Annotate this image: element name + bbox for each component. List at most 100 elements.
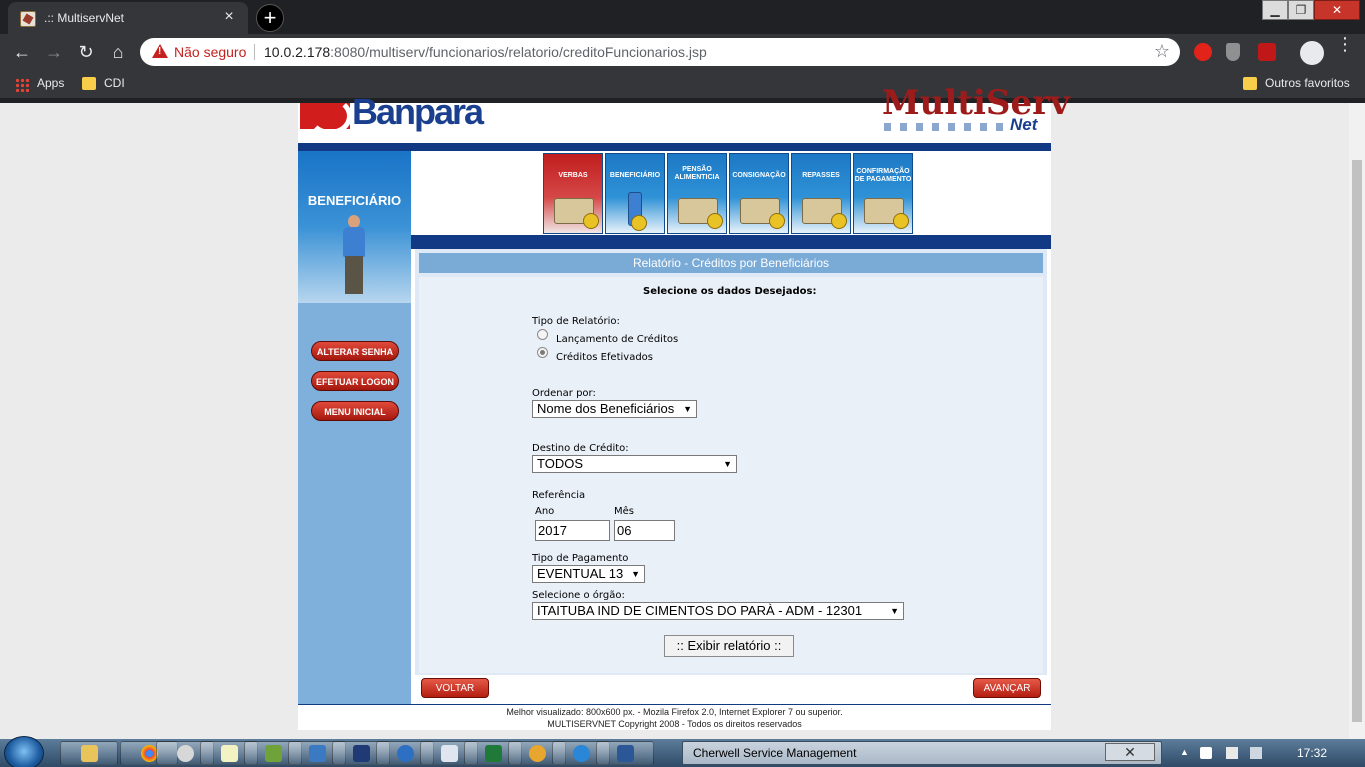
folder-icon bbox=[82, 77, 96, 90]
extension-red-shield-icon[interactable] bbox=[1194, 43, 1212, 61]
alterar-senha-button[interactable]: ALTERAR SENHA bbox=[311, 341, 399, 361]
chevron-down-icon: ▼ bbox=[890, 606, 899, 616]
destino-select[interactable]: TODOS ▼ bbox=[532, 455, 737, 473]
report-form-panel: Relatório - Créditos por Beneficiários S… bbox=[415, 249, 1047, 675]
radio-creditos-efetivados[interactable] bbox=[537, 347, 548, 358]
hand-money-icon bbox=[678, 198, 723, 229]
bookmark-cdi[interactable]: CDI bbox=[104, 76, 125, 90]
volume-muted-icon[interactable] bbox=[1200, 747, 1212, 759]
brand-dots bbox=[884, 123, 1004, 131]
nav-repasses[interactable]: REPASSES bbox=[791, 153, 851, 234]
nav-pensao-label: PENSÃO ALIMENTICIA bbox=[674, 166, 720, 181]
powershell-icon bbox=[353, 745, 370, 762]
tipo-pagamento-select[interactable]: EVENTUAL 13 ▼ bbox=[532, 565, 645, 583]
footer-line-2: MULTISERVNET Copyright 2008 - Todos os d… bbox=[547, 719, 802, 729]
brand-left: Banpara bbox=[352, 91, 484, 132]
windows-taskbar: Cherwell Service Management ✕ ▲ 17:32 bbox=[0, 736, 1365, 767]
refresh-icon bbox=[529, 745, 546, 762]
bookmark-star-icon[interactable]: ☆ bbox=[1154, 41, 1170, 62]
exibir-relatorio-button[interactable]: :: Exibir relatório :: bbox=[664, 635, 794, 657]
security-status[interactable]: Não seguro bbox=[174, 44, 246, 60]
checkmark-money-icon bbox=[864, 198, 909, 229]
browser-toolbar: ← → ↻ ⌂ Não seguro 10.0.2.178:8080/multi… bbox=[0, 34, 1365, 70]
profile-avatar[interactable] bbox=[1300, 41, 1324, 65]
nav-pensao-alimenticia[interactable]: PENSÃO ALIMENTICIA bbox=[667, 153, 727, 234]
bookmark-apps[interactable]: Apps bbox=[37, 76, 64, 90]
taskbar-clock[interactable]: 17:32 bbox=[1297, 746, 1327, 760]
person-icon bbox=[340, 215, 368, 297]
window-close-button[interactable]: ✕ bbox=[1314, 0, 1360, 20]
chevron-down-icon: ▼ bbox=[631, 569, 640, 579]
mes-label: Mês bbox=[614, 506, 634, 517]
nav-consignacao[interactable]: CONSIGNAÇÃO bbox=[729, 153, 789, 234]
radio-lancamento-creditos[interactable] bbox=[537, 329, 548, 340]
taskbar-cherwell-window[interactable]: Cherwell Service Management ✕ bbox=[682, 741, 1162, 765]
voltar-button[interactable]: VOLTAR bbox=[421, 678, 489, 698]
nav-verbas[interactable]: VERBAS bbox=[543, 153, 603, 234]
radio-lancamento-label: Lançamento de Créditos bbox=[556, 334, 679, 345]
reload-icon[interactable]: ↻ bbox=[74, 40, 98, 64]
site-favicon-icon bbox=[20, 11, 36, 27]
calculator-money-icon bbox=[554, 198, 599, 229]
tab-close-icon[interactable]: × bbox=[220, 8, 238, 26]
window-maximize-button[interactable]: ❐ bbox=[1288, 0, 1314, 20]
notepad-icon bbox=[221, 745, 238, 762]
apps-grid-icon[interactable] bbox=[15, 78, 29, 92]
ordenar-select[interactable]: Nome dos Beneficiários ▼ bbox=[532, 400, 697, 418]
form-body: Selecione os dados Desejados: Tipo de Re… bbox=[419, 277, 1043, 673]
url-text[interactable]: 10.0.2.178:8080/multiserv/funcionarios/r… bbox=[264, 44, 707, 60]
taskbar-explorer[interactable] bbox=[60, 741, 118, 765]
new-tab-button[interactable]: + bbox=[256, 4, 284, 32]
page-footer: Melhor visualizado: 800x600 px. - Mozila… bbox=[298, 704, 1051, 730]
forward-icon[interactable]: → bbox=[42, 40, 66, 64]
scrollbar-thumb[interactable] bbox=[1352, 160, 1362, 722]
taskbar-word[interactable] bbox=[596, 741, 654, 765]
module-nav: VERBAS BENEFICIÁRIO PENSÃO ALIMENTICIA C… bbox=[543, 153, 913, 234]
bookmark-other-favorites[interactable]: Outros favoritos bbox=[1265, 76, 1350, 90]
back-icon[interactable]: ← bbox=[10, 40, 34, 64]
chevron-down-icon: ▼ bbox=[683, 404, 692, 414]
footer-line-1: Melhor visualizado: 800x600 px. - Mozila… bbox=[506, 707, 843, 717]
nav-beneficiario-label: BENEFICIÁRIO bbox=[609, 172, 661, 179]
browser-chrome: .:: MultiservNet × + ▁ ❐ ✕ ← → ↻ ⌂ Não s… bbox=[0, 0, 1365, 103]
nav-beneficiario[interactable]: BENEFICIÁRIO bbox=[605, 153, 665, 234]
excel-icon bbox=[485, 745, 502, 762]
window-minimize-button[interactable]: ▁ bbox=[1262, 0, 1288, 20]
home-icon[interactable]: ⌂ bbox=[106, 40, 130, 64]
orgao-label: Selecione o órgão: bbox=[532, 590, 625, 601]
nav-consignacao-label: CONSIGNAÇÃO bbox=[732, 172, 786, 179]
form-subtitle: Selecione os dados Desejados: bbox=[643, 286, 817, 297]
tab-strip: .:: MultiservNet × + ▁ ❐ ✕ bbox=[0, 0, 1365, 34]
page-scrollbar[interactable] bbox=[1349, 103, 1365, 739]
cherwell-close-button[interactable]: ✕ bbox=[1105, 743, 1155, 761]
extension-gray-shield-icon[interactable] bbox=[1226, 43, 1240, 61]
menu-inicial-button[interactable]: MENU INICIAL bbox=[311, 401, 399, 421]
flag-icon[interactable] bbox=[1226, 747, 1238, 759]
orgao-select[interactable]: ITAITUBA IND DE CIMENTOS DO PARÀ - ADM -… bbox=[532, 602, 904, 620]
url-divider bbox=[254, 44, 255, 60]
address-bar[interactable]: Não seguro 10.0.2.178:8080/multiserv/fun… bbox=[140, 38, 1180, 66]
chevron-down-icon: ▼ bbox=[723, 459, 732, 469]
efetuar-logon-button[interactable]: EFETUAR LOGON bbox=[311, 371, 399, 391]
support-icon bbox=[177, 745, 194, 762]
start-button[interactable] bbox=[4, 736, 44, 767]
nav-confirmacao-label: CONFIRMAÇÃO DE PAGAMENTO bbox=[854, 168, 912, 183]
tray-expand-icon[interactable]: ▲ bbox=[1180, 747, 1192, 759]
beneficiario-panel: BENEFICIÁRIO bbox=[298, 151, 411, 303]
ano-label: Ano bbox=[535, 506, 555, 517]
network-icon[interactable] bbox=[1250, 747, 1262, 759]
avancar-button[interactable]: AVANÇAR bbox=[973, 678, 1041, 698]
ano-input[interactable]: 2017 bbox=[535, 520, 610, 541]
house-money-icon bbox=[740, 198, 785, 229]
header-divider bbox=[298, 143, 1051, 151]
mes-input[interactable]: 06 bbox=[614, 520, 675, 541]
menu-icon[interactable]: ⋮ bbox=[1336, 35, 1354, 53]
form-header: Relatório - Créditos por Beneficiários bbox=[419, 253, 1043, 273]
banpara-logo-icon bbox=[300, 97, 352, 135]
nav-verbas-label: VERBAS bbox=[558, 172, 588, 179]
extension-mcafee-icon[interactable] bbox=[1258, 43, 1276, 61]
cube-icon bbox=[309, 745, 326, 762]
browser-tab[interactable]: .:: MultiservNet × bbox=[8, 2, 248, 34]
nav-confirmacao-pagamento[interactable]: CONFIRMAÇÃO DE PAGAMENTO bbox=[853, 153, 913, 234]
brand-net: Net bbox=[1010, 115, 1038, 134]
